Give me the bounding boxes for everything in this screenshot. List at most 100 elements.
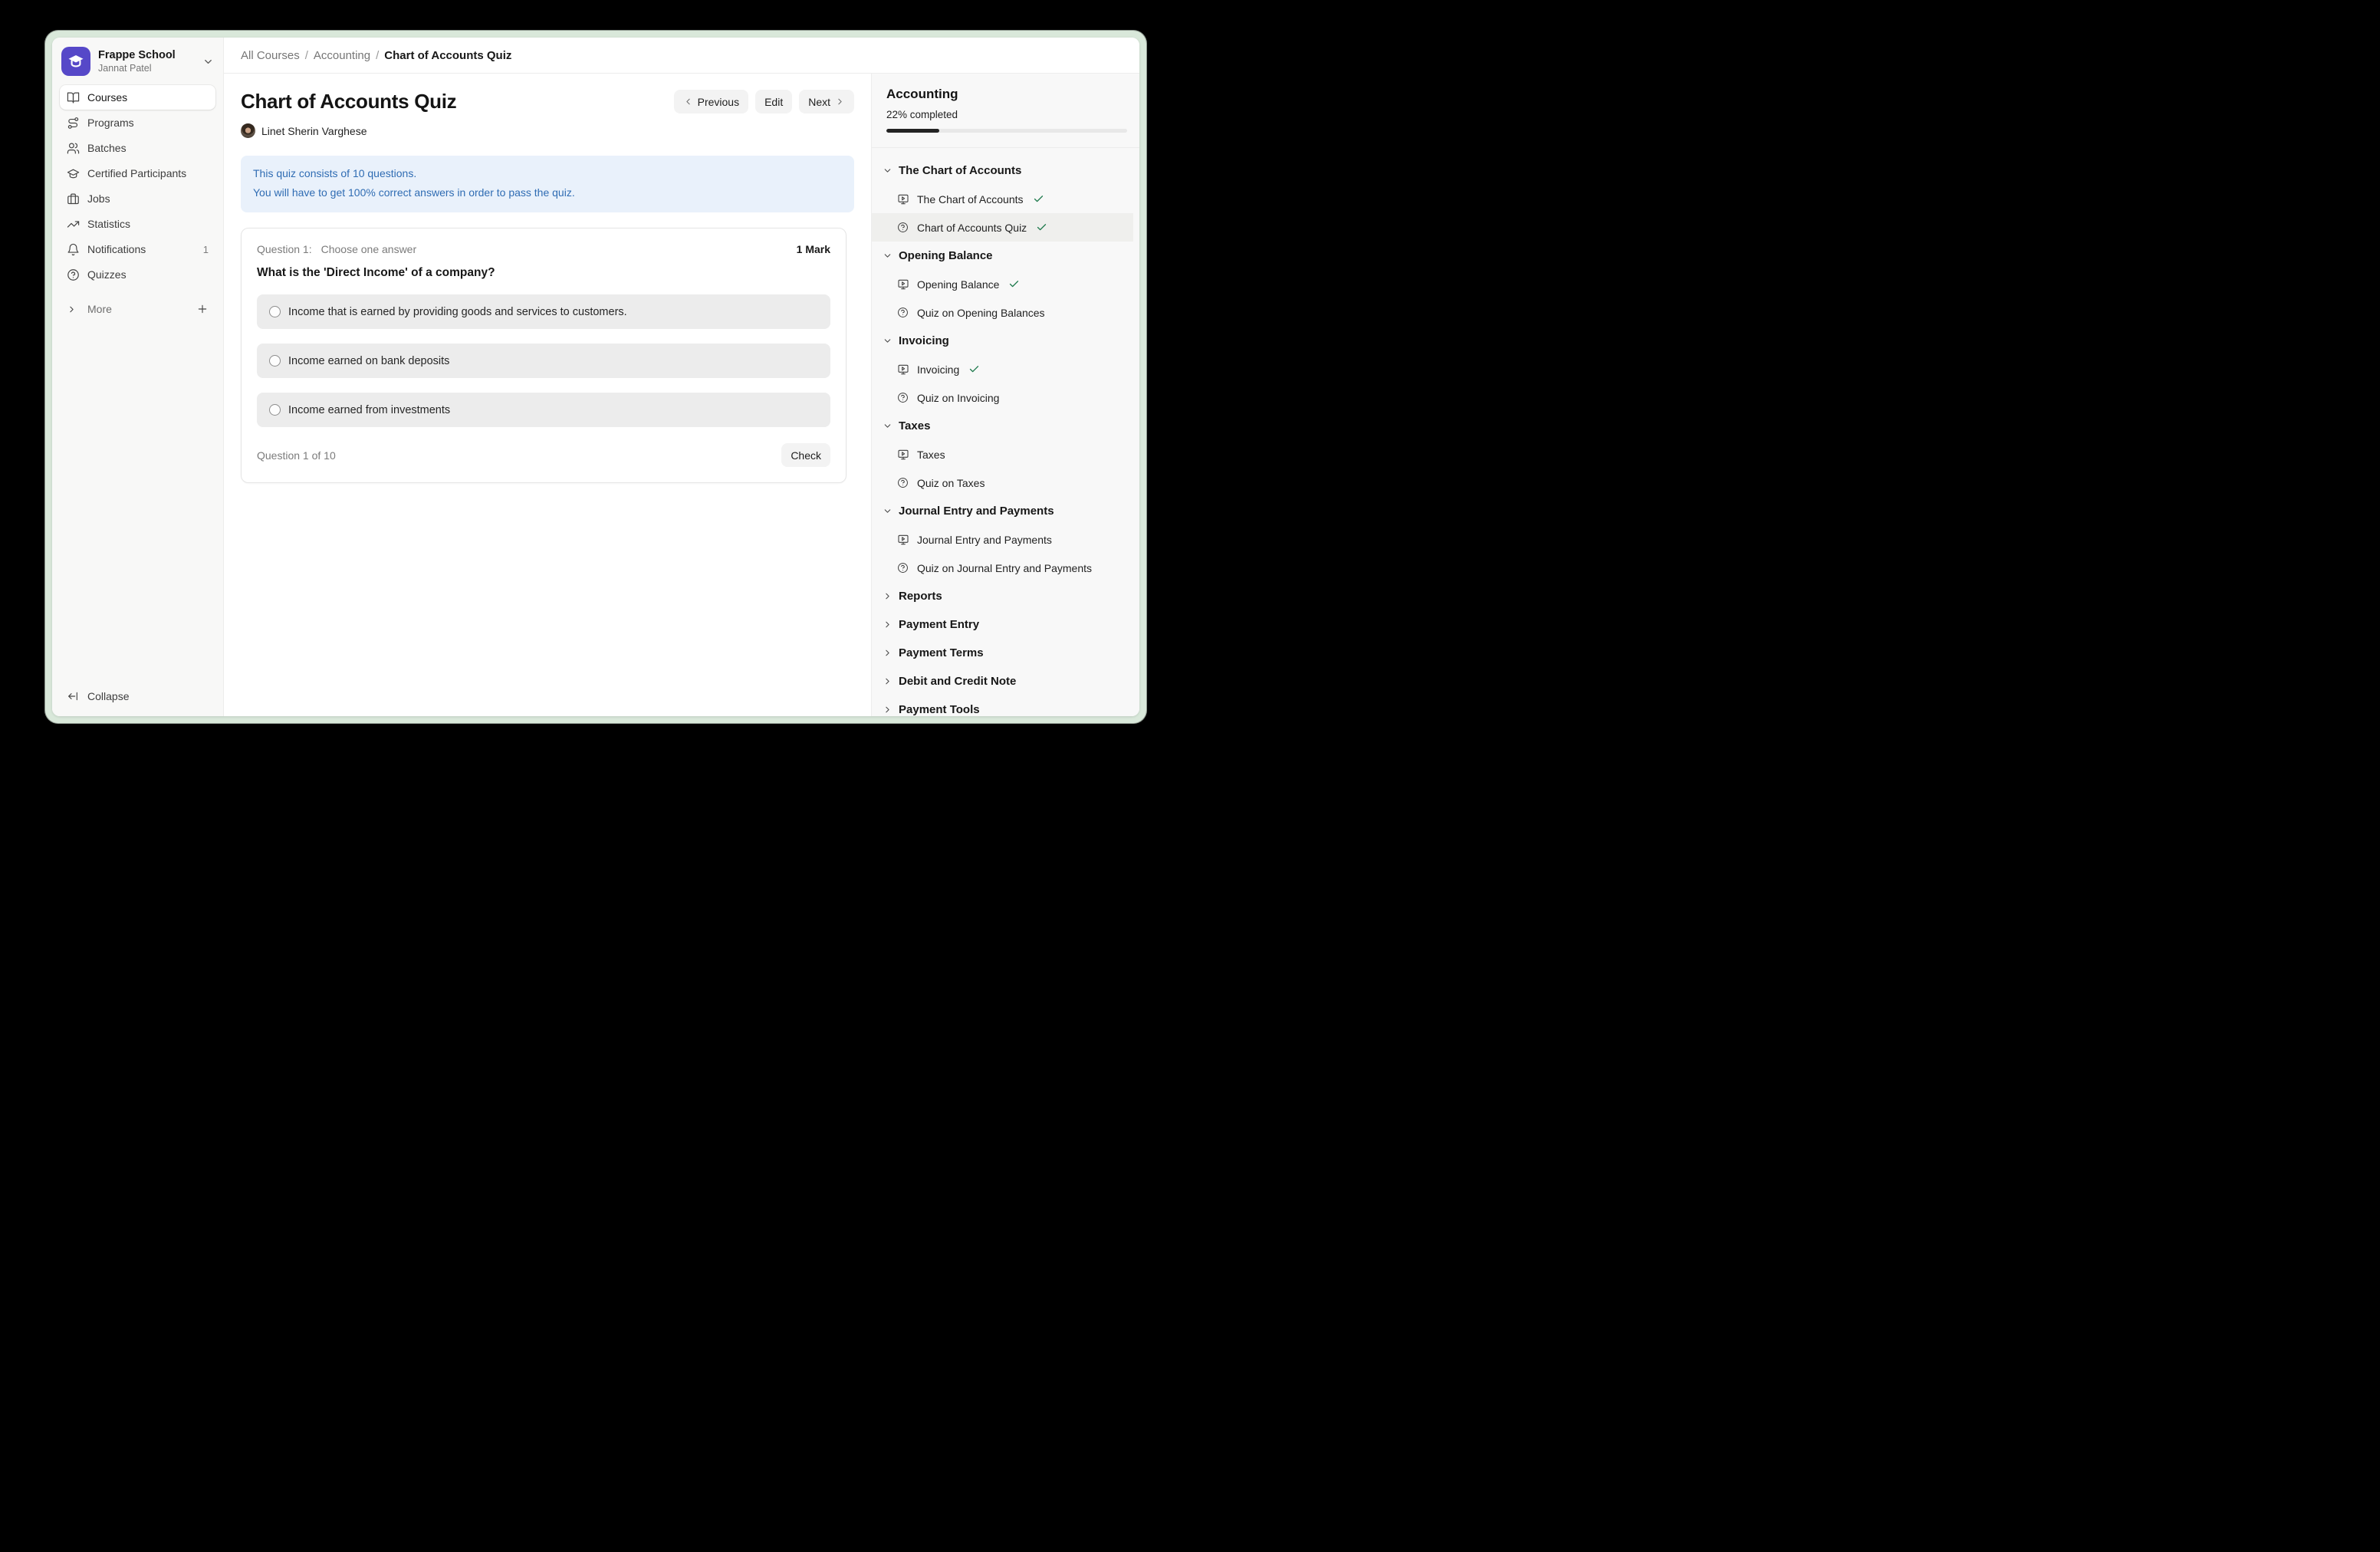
chapter-label: Payment Entry — [899, 618, 979, 631]
chapter-label: The Chart of Accounts — [899, 164, 1021, 177]
author-row: Linet Sherin Varghese — [241, 123, 854, 138]
chevron-down-icon — [883, 506, 893, 516]
breadcrumb-accounting[interactable]: Accounting — [314, 49, 370, 62]
answer-option-1[interactable]: Income that is earned by providing goods… — [257, 294, 830, 329]
outline-lesson-the-chart-of-accounts[interactable]: The Chart of Accounts — [872, 185, 1133, 213]
answer-option-2[interactable]: Income earned on bank deposits — [257, 344, 830, 378]
chevron-down-icon — [883, 421, 893, 431]
sidebar-item-more[interactable]: More — [60, 297, 215, 321]
chapter-row[interactable]: Opening Balance — [872, 242, 1133, 270]
chapter-label: Journal Entry and Payments — [899, 505, 1054, 518]
chapter-row[interactable]: Taxes — [872, 412, 1133, 440]
check-icon — [968, 363, 980, 375]
check-icon — [1033, 193, 1044, 205]
outline-lesson-quiz-on-journal-entry-and-payments[interactable]: Quiz on Journal Entry and Payments — [872, 554, 1133, 582]
course-outline-panel: Accounting 22% completed The Chart of Ac… — [871, 74, 1139, 716]
outline-lesson-invoicing[interactable]: Invoicing — [872, 355, 1133, 383]
trending-up-icon — [67, 218, 80, 231]
question-number-label: Question 1: — [257, 243, 312, 255]
workspace-name: Frappe School — [98, 49, 195, 62]
chapter-label: Payment Tools — [899, 703, 980, 716]
notification-count-badge: 1 — [203, 244, 209, 255]
page-title: Chart of Accounts Quiz — [241, 90, 456, 113]
answer-option-label: Income earned from investments — [288, 404, 450, 416]
radio-button[interactable] — [269, 355, 281, 367]
sidebar-item-quizzes[interactable]: Quizzes — [60, 262, 215, 287]
breadcrumb-separator: / — [305, 49, 308, 62]
quiz-card: Question 1: Choose one answer 1 Mark Wha… — [241, 228, 846, 483]
outline-chapter-reports: Reports — [872, 582, 1133, 610]
help-circle-icon — [897, 562, 909, 574]
workspace-switcher[interactable]: Frappe School Jannat Patel — [52, 38, 223, 84]
outline-chapter-invoicing: Invoicing Invoicing Quiz on Invoicing — [872, 327, 1133, 412]
sidebar-item-jobs[interactable]: Jobs — [60, 186, 215, 211]
breadcrumb: All Courses / Accounting / Chart of Acco… — [224, 38, 1139, 74]
outline-lesson-quiz-on-invoicing[interactable]: Quiz on Invoicing — [872, 383, 1133, 412]
outline-chapter-payment-terms: Payment Terms — [872, 639, 1133, 667]
sidebar-item-label: Certified Participants — [87, 167, 209, 179]
briefcase-icon — [67, 192, 80, 206]
chapter-row[interactable]: The Chart of Accounts — [872, 156, 1133, 185]
chevron-down-icon — [883, 166, 893, 176]
outline-lesson-taxes[interactable]: Taxes — [872, 440, 1133, 469]
outline-lesson-opening-balance[interactable]: Opening Balance — [872, 270, 1133, 298]
question-text: What is the 'Direct Income' of a company… — [257, 266, 830, 280]
content-wrap: All Courses / Accounting / Chart of Acco… — [224, 38, 1139, 716]
radio-button[interactable] — [269, 404, 281, 416]
radio-button[interactable] — [269, 306, 281, 317]
edit-button[interactable]: Edit — [755, 90, 792, 113]
outline-lesson-journal-entry-and-payments[interactable]: Journal Entry and Payments — [872, 525, 1133, 554]
help-circle-icon — [67, 268, 80, 281]
outline-lesson-chart-of-accounts-quiz[interactable]: Chart of Accounts Quiz — [872, 213, 1133, 242]
sidebar-item-label: Jobs — [87, 192, 209, 205]
answer-options: Income that is earned by providing goods… — [257, 294, 830, 427]
sidebar-nav: CoursesPrograms Batches Certified Particip… — [52, 84, 223, 322]
question-marks: 1 Mark — [797, 243, 830, 255]
main-content: Chart of Accounts Quiz Previous Edit — [224, 74, 871, 716]
plus-icon[interactable] — [196, 303, 209, 315]
sidebar-item-batches[interactable]: Batches — [60, 136, 215, 160]
sidebar-item-label: Quizzes — [87, 268, 209, 281]
chevron-down-icon — [883, 336, 893, 346]
chevron-left-icon — [683, 97, 693, 107]
chapter-row[interactable]: Invoicing — [872, 327, 1133, 355]
sidebar-item-programs[interactable]: Programs — [60, 110, 215, 135]
lesson-label: Invoicing — [917, 363, 959, 376]
sidebar-item-courses[interactable]: Courses — [60, 85, 215, 110]
collapse-sidebar-button[interactable]: Collapse — [52, 679, 223, 713]
check-icon — [1008, 278, 1020, 290]
help-circle-icon — [897, 222, 909, 233]
lesson-label: The Chart of Accounts — [917, 193, 1024, 206]
check-button[interactable]: Check — [781, 443, 830, 467]
outline-lesson-quiz-on-opening-balances[interactable]: Quiz on Opening Balances — [872, 298, 1133, 327]
breadcrumb-all-courses[interactable]: All Courses — [241, 49, 300, 62]
chapter-row[interactable]: Payment Tools — [872, 695, 1133, 716]
chapter-row[interactable]: Debit and Credit Note — [872, 667, 1133, 695]
chevron-right-icon — [67, 304, 80, 314]
chapter-lessons: Opening BalanceQuiz on Opening Balances — [872, 270, 1133, 327]
outline-chapter-taxes: TaxesTaxesQuiz on Taxes — [872, 412, 1133, 497]
sidebar-item-label: Batches — [87, 142, 209, 154]
chapter-lessons: The Chart of Accounts Chart of Accounts Q… — [872, 185, 1133, 242]
outline-chapter-payment-tools: Payment Tools — [872, 695, 1133, 716]
sidebar-item-notifications[interactable]: Notifications1 — [60, 237, 215, 261]
page-head: Chart of Accounts Quiz Previous Edit — [241, 90, 854, 113]
sidebar-item-certified-participants[interactable]: Certified Participants — [60, 161, 215, 186]
sidebar-spacer — [52, 322, 223, 679]
chapter-row[interactable]: Journal Entry and Payments — [872, 497, 1133, 525]
sidebar-item-statistics[interactable]: Statistics — [60, 212, 215, 236]
chapter-row[interactable]: Payment Terms — [872, 639, 1133, 667]
chapter-row[interactable]: Payment Entry — [872, 610, 1133, 639]
chapter-label: Opening Balance — [899, 249, 993, 262]
outline-lesson-quiz-on-taxes[interactable]: Quiz on Taxes — [872, 469, 1133, 497]
chevron-right-icon — [883, 705, 893, 715]
previous-button[interactable]: Previous — [674, 90, 748, 113]
answer-option-label: Income that is earned by providing goods… — [288, 306, 627, 318]
answer-option-label: Income earned on bank deposits — [288, 355, 449, 367]
chapter-row[interactable]: Reports — [872, 582, 1133, 610]
chapter-label: Payment Terms — [899, 646, 984, 659]
answer-option-3[interactable]: Income earned from investments — [257, 393, 830, 427]
banner-line-2: You will have to get 100% correct answer… — [253, 183, 842, 202]
monitor-play-icon — [897, 193, 909, 206]
next-button[interactable]: Next — [799, 90, 854, 113]
